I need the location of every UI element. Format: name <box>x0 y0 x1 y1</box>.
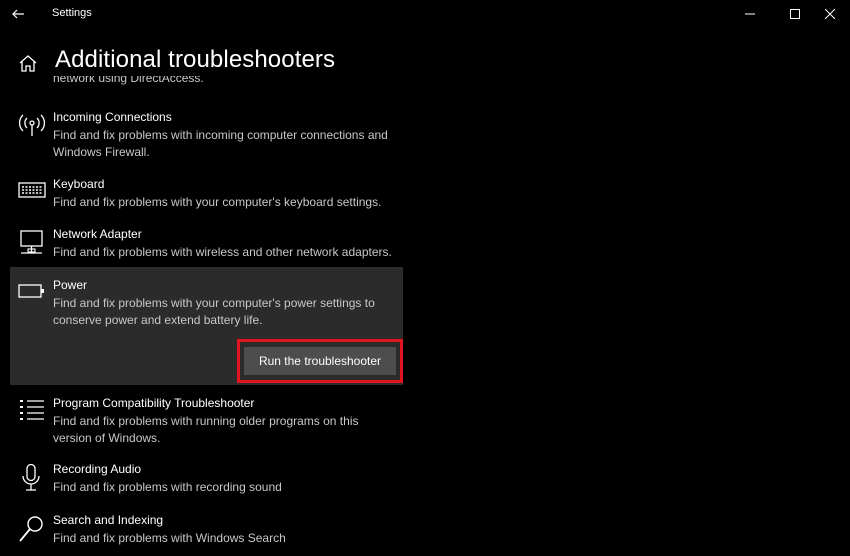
close-icon <box>825 9 835 19</box>
title-bar: Settings <box>0 0 850 28</box>
troubleshooter-name: Program Compatibility Troubleshooter <box>53 396 255 410</box>
troubleshooter-description: Find and fix problems with incoming comp… <box>53 128 388 159</box>
home-icon[interactable] <box>18 54 38 72</box>
minimize-icon <box>745 13 755 15</box>
troubleshooter-name: Keyboard <box>53 177 105 191</box>
troubleshooter-description: Find and fix problems with running older… <box>53 414 359 445</box>
troubleshooter-name: Power <box>53 278 88 292</box>
maximize-icon <box>790 9 800 19</box>
troubleshooter-name: Search and Indexing <box>53 513 164 527</box>
troubleshooter-power[interactable]: Power Find and fix problems with your co… <box>10 267 403 385</box>
maximize-button[interactable] <box>775 0 815 28</box>
run-troubleshooter-button[interactable]: Run the troubleshooter <box>244 347 396 375</box>
close-button[interactable] <box>810 0 850 28</box>
troubleshooter-description: Find and fix problems with your computer… <box>53 296 375 327</box>
troubleshooter-description: Find and fix problems with wireless and … <box>53 245 392 259</box>
keyboard-icon <box>18 182 46 198</box>
monitor-network-icon <box>20 230 43 254</box>
list-icon <box>20 400 44 420</box>
clipped-item-description: network using DirectAccess. <box>53 76 204 85</box>
troubleshooter-description: Find and fix problems with recording sou… <box>53 480 282 494</box>
troubleshooter-description: Find and fix problems with your computer… <box>53 195 382 209</box>
troubleshooter-program-compatibility[interactable]: Program Compatibility Troubleshooter Fin… <box>10 396 403 452</box>
minimize-button[interactable] <box>730 0 770 28</box>
troubleshooter-name: Network Adapter <box>53 227 142 241</box>
troubleshooter-search-indexing[interactable]: Search and Indexing Find and fix problem… <box>10 513 403 553</box>
app-title: Settings <box>52 7 92 19</box>
troubleshooter-name: Incoming Connections <box>53 110 172 124</box>
microphone-icon <box>22 464 40 491</box>
antenna-icon <box>18 114 46 136</box>
battery-icon <box>18 284 44 298</box>
troubleshooter-network-adapter[interactable]: Network Adapter Find and fix problems wi… <box>10 227 403 267</box>
troubleshooter-description: Find and fix problems with Windows Searc… <box>53 531 286 545</box>
search-icon <box>19 516 43 542</box>
troubleshooter-name: Recording Audio <box>53 462 142 476</box>
troubleshooter-incoming-connections[interactable]: Incoming Connections Find and fix proble… <box>10 110 403 166</box>
page-title: Additional troubleshooters <box>55 46 336 73</box>
page-header: Additional troubleshooters <box>0 44 850 80</box>
troubleshooter-keyboard[interactable]: Keyboard Find and fix problems with your… <box>10 177 403 217</box>
back-arrow-icon[interactable] <box>10 6 26 22</box>
troubleshooter-recording-audio[interactable]: Recording Audio Find and fix problems wi… <box>10 462 403 502</box>
